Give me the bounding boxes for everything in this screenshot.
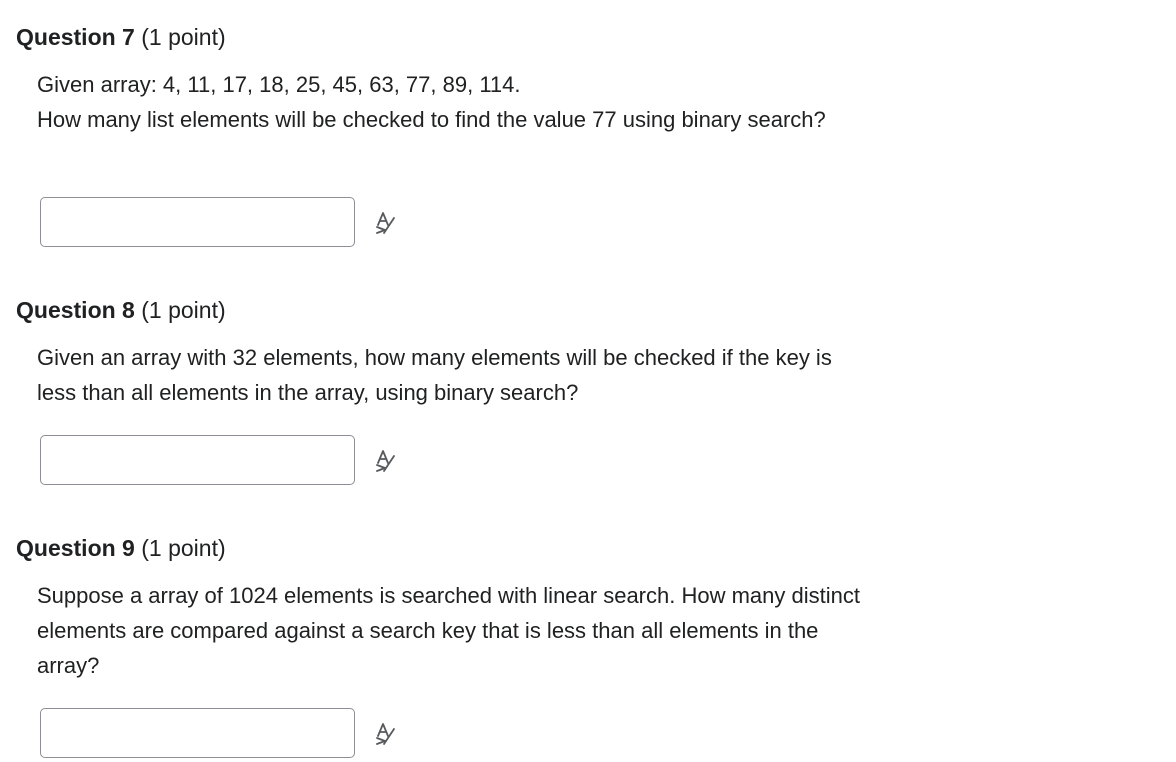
question-title: Question 8 (16, 297, 135, 323)
question-text: Given array: 4, 11, 17, 18, 25, 45, 63, … (37, 67, 937, 137)
answer-input[interactable] (40, 197, 355, 247)
question-header: Question 8 (1 point) (16, 296, 226, 324)
question-text: Suppose a array of 1024 elements is sear… (37, 578, 937, 683)
spell-check-icon[interactable] (373, 448, 399, 474)
question-line: Given an array with 32 elements, how man… (37, 345, 832, 370)
answer-input[interactable] (40, 708, 355, 758)
question-line: How many list elements will be checked t… (37, 107, 826, 132)
question-title: Question 7 (16, 24, 135, 50)
question-points: (1 point) (141, 24, 226, 50)
question-text: Given an array with 32 elements, how man… (37, 340, 937, 410)
spell-check-icon[interactable] (373, 721, 399, 747)
question-title: Question 9 (16, 535, 135, 561)
question-header: Question 7 (1 point) (16, 23, 226, 51)
question-line: Suppose a array of 1024 elements is sear… (37, 583, 860, 608)
question-line: elements are compared against a search k… (37, 618, 819, 643)
question-line: Given array: 4, 11, 17, 18, 25, 45, 63, … (37, 72, 521, 97)
spell-check-icon[interactable] (373, 210, 399, 236)
question-points: (1 point) (141, 535, 226, 561)
answer-input[interactable] (40, 435, 355, 485)
question-line: less than all elements in the array, usi… (37, 380, 579, 405)
question-line: array? (37, 653, 100, 678)
question-header: Question 9 (1 point) (16, 534, 226, 562)
question-points: (1 point) (141, 297, 226, 323)
